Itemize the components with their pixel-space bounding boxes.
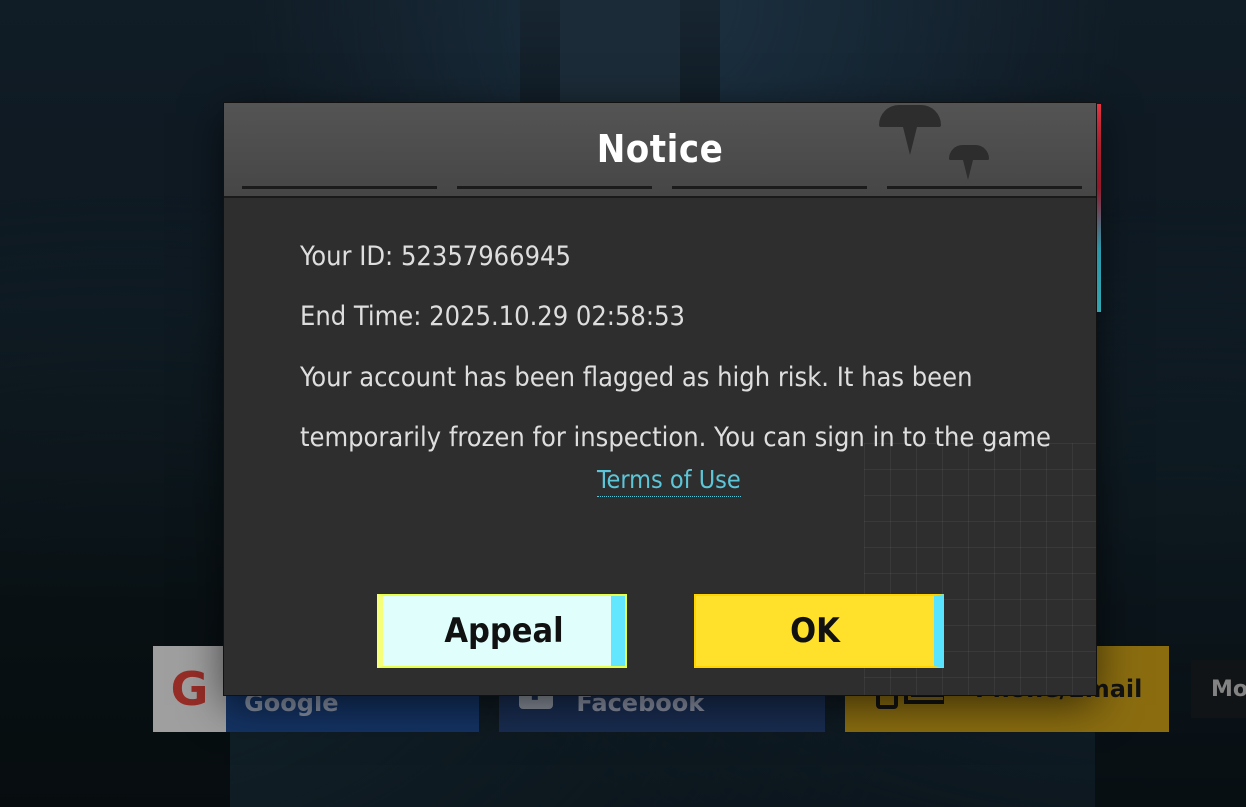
dialog-header: Notice bbox=[224, 103, 1096, 198]
notice-dialog: Notice Your ID: 52357966945 End Time: 20… bbox=[224, 103, 1096, 695]
player-id-text: Your ID: 52357966945 bbox=[300, 241, 571, 272]
parachute-icon bbox=[949, 145, 989, 180]
header-divider bbox=[242, 186, 1082, 190]
appeal-button[interactable]: Appeal bbox=[377, 594, 627, 668]
parachute-icon bbox=[879, 105, 941, 155]
message-text-line2: temporarily frozen for inspection. You c… bbox=[300, 422, 1051, 453]
terms-of-use-link[interactable]: Terms of Use bbox=[597, 464, 741, 497]
message-text-line1: Your account has been flagged as high ri… bbox=[300, 362, 973, 393]
end-time-text: End Time: 2025.10.29 02:58:53 bbox=[300, 301, 685, 332]
ok-button[interactable]: OK bbox=[694, 594, 944, 668]
